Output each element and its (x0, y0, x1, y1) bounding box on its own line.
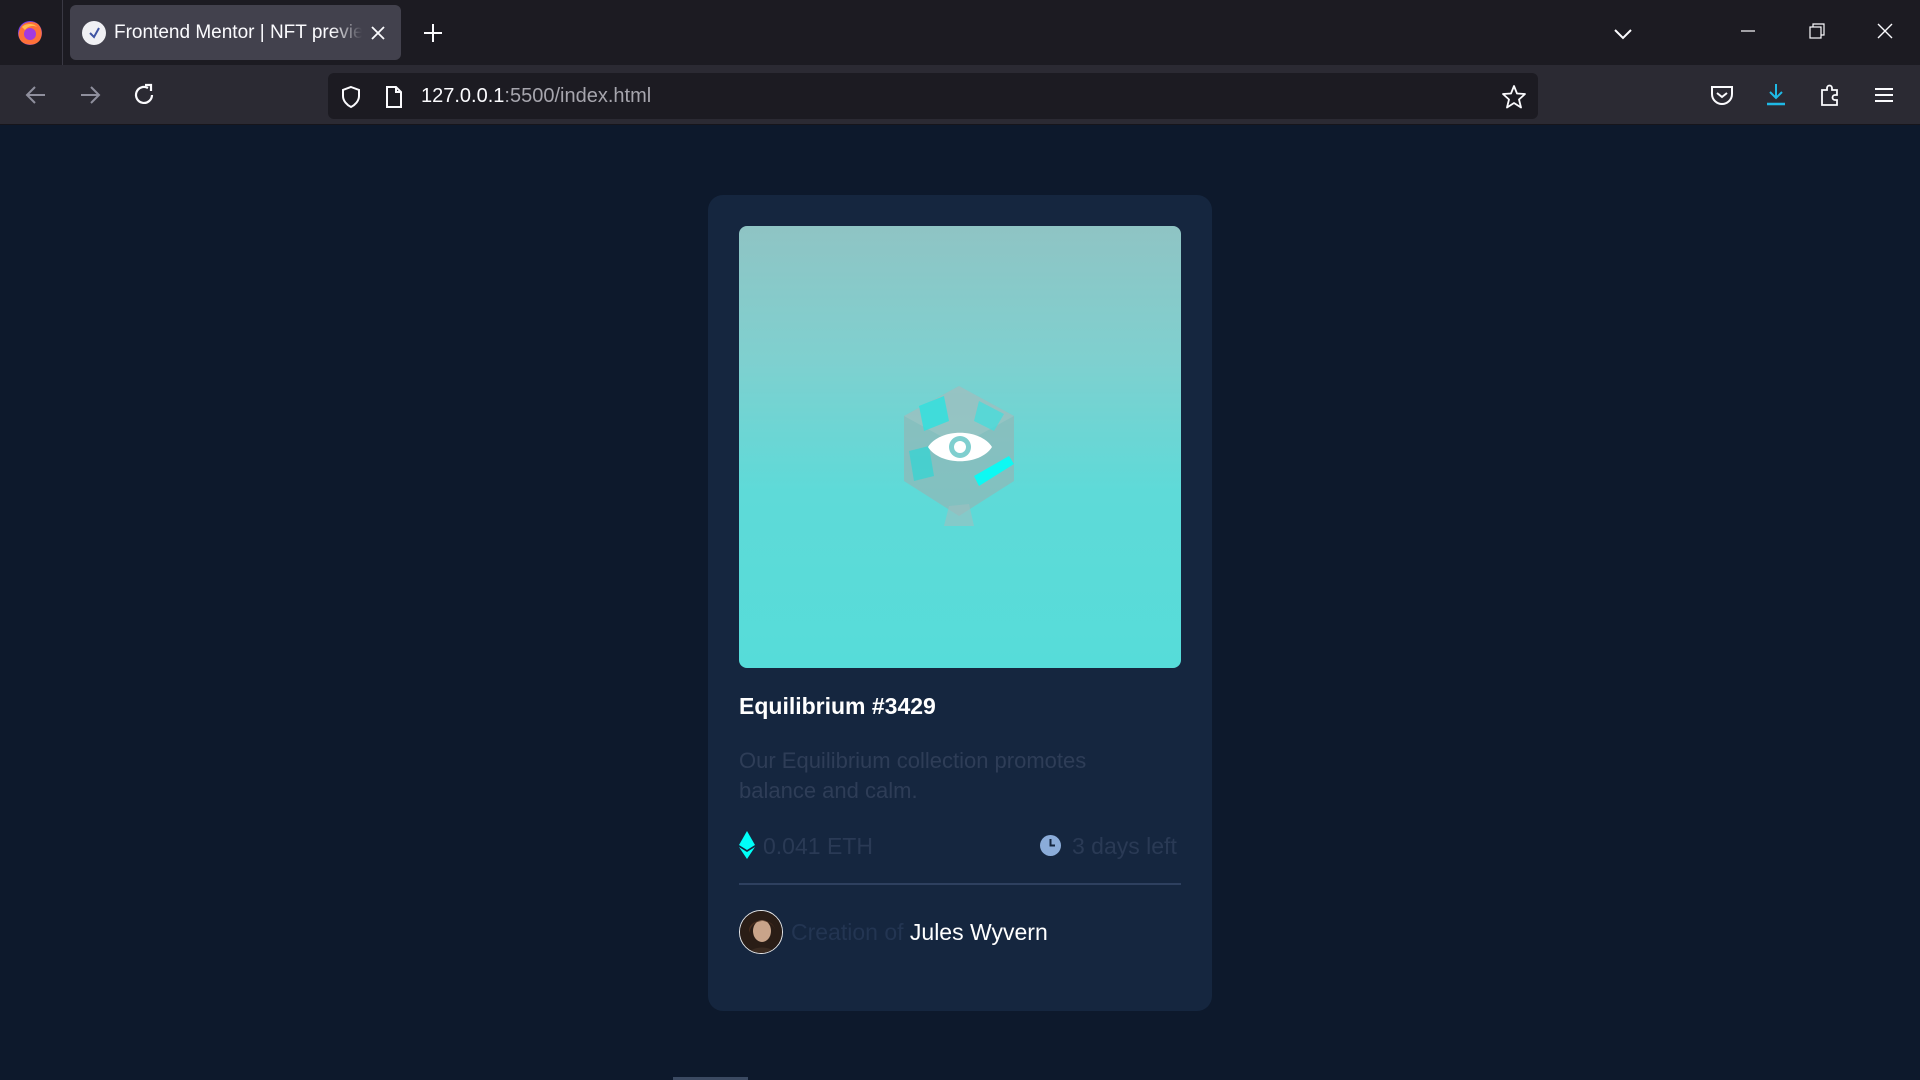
close-tab-icon[interactable] (365, 20, 391, 46)
clock-icon (1040, 835, 1061, 856)
nft-preview-card: Equilibrium #3429 Our Equilibrium collec… (708, 195, 1212, 1011)
hamburger-menu-icon[interactable] (1870, 81, 1898, 109)
url-bar[interactable]: 127.0.0.1:5500/index.html (328, 73, 1538, 119)
time-left: 3 days left (1072, 833, 1177, 859)
creator-prefix: Creation of (791, 919, 904, 945)
bookmark-star-icon[interactable] (1500, 83, 1528, 111)
tab-title: Frontend Mentor | NFT preview card compo… (114, 22, 362, 44)
nft-price: 0.041 ETH (763, 833, 873, 859)
url-host: 127.0.0.1 (421, 85, 505, 107)
frontend-mentor-favicon-icon (82, 21, 106, 45)
close-window-icon[interactable] (1874, 20, 1896, 42)
nft-image-equilibrium[interactable] (739, 226, 1181, 668)
new-tab-plus-icon[interactable] (420, 20, 446, 46)
browser-tab-bar: Frontend Mentor | NFT preview card compo… (0, 0, 1920, 65)
card-divider (739, 883, 1181, 885)
browser-navigation-bar: 127.0.0.1:5500/index.html (0, 65, 1920, 125)
ethereum-icon (739, 831, 755, 859)
firefox-logo-icon[interactable] (16, 19, 44, 47)
eye-icon[interactable] (926, 424, 994, 470)
minimize-window-icon[interactable] (1737, 20, 1759, 42)
downloads-icon[interactable] (1762, 81, 1790, 109)
creator-name-link[interactable]: Jules Wyvern (910, 919, 1048, 945)
reload-icon[interactable] (130, 81, 158, 109)
back-arrow-icon[interactable] (22, 81, 50, 109)
url-text[interactable]: 127.0.0.1:5500/index.html (421, 85, 651, 108)
pocket-icon[interactable] (1708, 81, 1736, 109)
nft-description: Our Equilibrium collection promotes bala… (739, 748, 1087, 803)
nft-title[interactable]: Equilibrium #3429 (739, 693, 936, 720)
restore-window-icon[interactable] (1806, 20, 1828, 42)
page-info-icon[interactable] (382, 84, 406, 110)
forward-arrow-icon[interactable] (76, 81, 104, 109)
active-tab[interactable]: Frontend Mentor | NFT preview card compo… (70, 5, 401, 60)
tab-separator (62, 0, 63, 65)
list-all-tabs-chevron-icon[interactable] (1610, 21, 1636, 47)
tracking-protection-shield-icon[interactable] (338, 84, 364, 110)
creator-line: Creation of Jules Wyvern (791, 919, 1048, 946)
url-path: :5500/index.html (504, 85, 652, 107)
extensions-puzzle-icon[interactable] (1816, 81, 1844, 109)
creator-avatar (739, 910, 783, 954)
